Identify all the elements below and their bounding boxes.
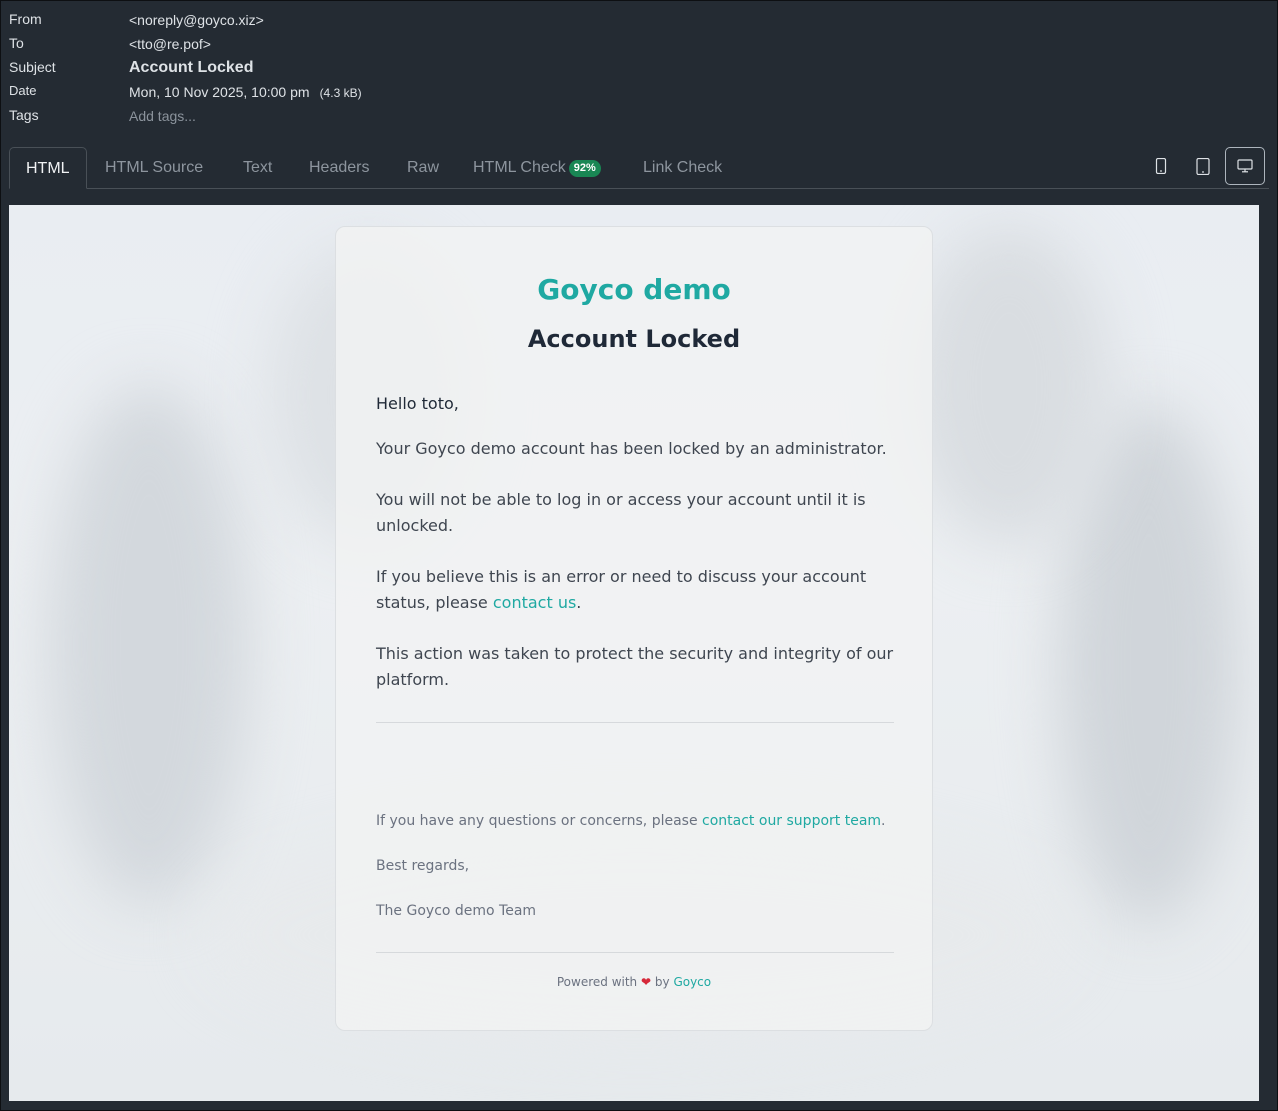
questions-suffix: . [881,813,886,829]
phone-view-button[interactable] [1141,147,1181,185]
paragraph-no-access: You will not be able to log in or access… [376,490,866,535]
meta-tags-row: Tags Add tags... [9,107,709,131]
powered-by-footer: Powered with ❤ by Goyco [336,975,932,989]
powered-by-word: by [654,975,670,989]
paragraph-contact: If you believe this is an error or need … [376,564,896,616]
background-blur [909,225,1109,545]
view-tabs: HTML HTML Source Text Headers Raw HTML C… [9,147,1269,189]
to-label: To [9,35,24,51]
meta-to-row: To <tto@re.pof> [9,35,709,59]
tab-html-source[interactable]: HTML Source [89,147,219,189]
html-check-score-badge: 92% [568,160,601,177]
date-value: Mon, 10 Nov 2025, 10:00 pm (4.3 kB) [129,84,362,100]
date-label: Date [9,83,37,98]
team-signature: The Goyco demo Team [376,903,537,919]
questions-prefix: If you have any questions or concerns, p… [376,813,703,829]
contact-prefix: If you believe this is an error or need … [376,567,867,612]
tab-text-label: Text [243,159,273,176]
email-headline: Account Locked [527,325,741,353]
background-blur [49,385,249,905]
divider [376,952,894,953]
message-meta: From <noreply@goyco.xiz> To <tto@re.pof>… [9,11,709,131]
contact-suffix: . [576,593,582,612]
meta-from-row: From <noreply@goyco.xiz> [9,11,709,35]
tags-label: Tags [9,107,39,123]
paragraph-security: This action was taken to protect the sec… [376,644,894,689]
desktop-view-button[interactable] [1225,147,1265,185]
tags-input[interactable]: Add tags... [129,108,196,124]
tab-raw-label: Raw [407,159,440,176]
questions-text: If you have any questions or concerns, p… [376,811,896,831]
to-value[interactable]: <tto@re.pof> [129,36,211,52]
tab-headers[interactable]: Headers [293,147,385,189]
date-text: Mon, 10 Nov 2025, 10:00 pm [129,84,310,100]
heart-icon: ❤ [641,975,652,989]
goyco-link[interactable]: Goyco [673,975,711,989]
brand-name: Goyco demo [537,273,731,306]
message-size: (4.3 kB) [319,86,362,100]
tab-html-check-label: HTML Check [473,159,566,176]
tab-html-source-label: HTML Source [105,159,204,176]
meta-subject-row: Subject Account Locked [9,59,709,83]
tab-raw[interactable]: Raw [391,147,455,189]
phone-icon [1155,158,1167,174]
tablet-view-button[interactable] [1183,147,1223,185]
powered-prefix: Powered with [556,975,638,989]
tab-text[interactable]: Text [227,147,288,189]
tab-link-check[interactable]: Link Check [627,147,738,189]
tab-headers-label: Headers [309,159,370,176]
tablet-icon [1196,157,1210,175]
support-team-link[interactable]: contact our support team [702,813,881,829]
contact-us-link[interactable]: contact us [493,593,576,612]
desktop-icon [1237,159,1253,173]
from-label: From [9,11,42,27]
tab-html-label: HTML [26,160,70,177]
email-card: Goyco demo Account Locked Hello toto, Yo… [335,226,933,1031]
tab-html-check[interactable]: HTML Check 92% [457,147,617,189]
email-preview: Goyco demo Account Locked Hello toto, Yo… [9,205,1259,1101]
subject-value: Account Locked [129,59,254,76]
meta-date-row: Date Mon, 10 Nov 2025, 10:00 pm (4.3 kB) [9,83,709,107]
paragraph-locked: Your Goyco demo account has been locked … [376,439,887,458]
subject-label: Subject [9,59,56,75]
email-viewer: From <noreply@goyco.xiz> To <tto@re.pof>… [0,0,1278,1111]
tab-html[interactable]: HTML [9,147,87,189]
greeting: Hello toto, [376,394,459,413]
regards-text: Best regards, [376,858,470,874]
tab-link-check-label: Link Check [643,159,723,176]
from-value[interactable]: <noreply@goyco.xiz> [129,12,264,28]
divider [376,722,894,723]
